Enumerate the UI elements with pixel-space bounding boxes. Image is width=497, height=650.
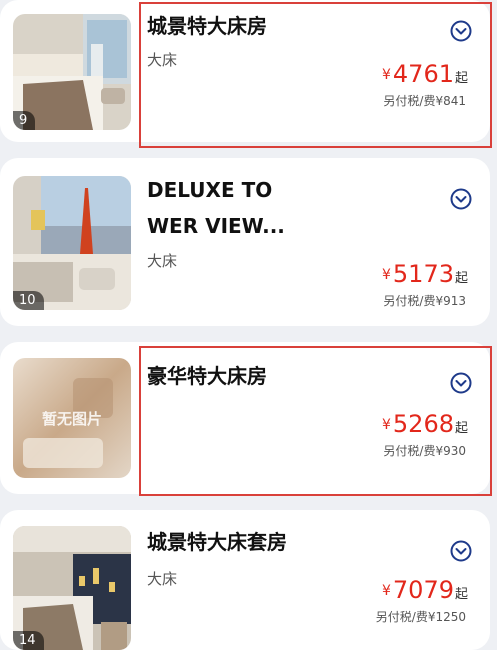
room-name: 城景特大床套房 [147, 530, 287, 554]
currency-symbol: ¥ [381, 267, 391, 283]
price-value: 5173 [392, 260, 454, 288]
room-photo[interactable]: 暂无图片 [13, 358, 131, 478]
room-name: DELUXE TOWER VIEW... [147, 178, 285, 238]
room-card[interactable]: 14 城景特大床套房 大床 ¥7079起 另付税/费¥1250 [0, 510, 490, 650]
tax-note: 另付税/费¥930 [383, 444, 466, 458]
price: ¥7079起 [382, 576, 468, 604]
price-suffix: 起 [454, 421, 468, 436]
photo-count-badge: 10 [13, 291, 44, 310]
bed-type: 大床 [147, 570, 178, 588]
currency-symbol: ¥ [381, 67, 391, 83]
photo-count-badge: 14 [13, 631, 44, 650]
bed-type: 大床 [147, 51, 178, 69]
tax-note: 另付税/费¥841 [383, 94, 466, 108]
tax-note: 另付税/费¥1250 [375, 610, 466, 624]
room-card[interactable]: 暂无图片 豪华特大床房 ¥5268起 另付税/费¥930 [0, 342, 490, 494]
tax-note: 另付税/费¥913 [383, 294, 466, 308]
room-photo[interactable]: 10 [13, 176, 131, 310]
chevron-down-icon[interactable] [450, 188, 472, 210]
price-suffix: 起 [454, 587, 468, 602]
price: ¥4761起 [382, 60, 468, 88]
no-image-text: 暂无图片 [41, 410, 102, 428]
price-value: 5268 [392, 410, 454, 438]
chevron-down-icon[interactable] [450, 540, 472, 562]
currency-symbol: ¥ [381, 417, 391, 433]
room-card[interactable]: 9 城景特大床房 大床 ¥4761起 另付税/费¥841 [0, 0, 490, 142]
room-name: 豪华特大床房 [147, 364, 267, 388]
chevron-down-icon[interactable] [450, 372, 472, 394]
price: ¥5173起 [382, 260, 468, 288]
currency-symbol: ¥ [381, 583, 391, 599]
chevron-down-icon[interactable] [450, 20, 472, 42]
price-value: 4761 [392, 60, 454, 88]
price-value: 7079 [392, 576, 454, 604]
bed-type: 大床 [147, 252, 178, 270]
room-photo[interactable]: 14 [13, 526, 131, 650]
photo-count-badge: 9 [13, 111, 36, 130]
room-photo[interactable]: 9 [13, 14, 131, 130]
price-suffix: 起 [454, 71, 468, 86]
room-card[interactable]: 10 DELUXE TOWER VIEW... 大床 ¥5173起 另付税/费¥… [0, 158, 490, 326]
price-suffix: 起 [454, 271, 468, 286]
price: ¥5268起 [382, 410, 468, 438]
room-name: 城景特大床房 [147, 14, 267, 38]
room-photo-image [13, 176, 131, 310]
